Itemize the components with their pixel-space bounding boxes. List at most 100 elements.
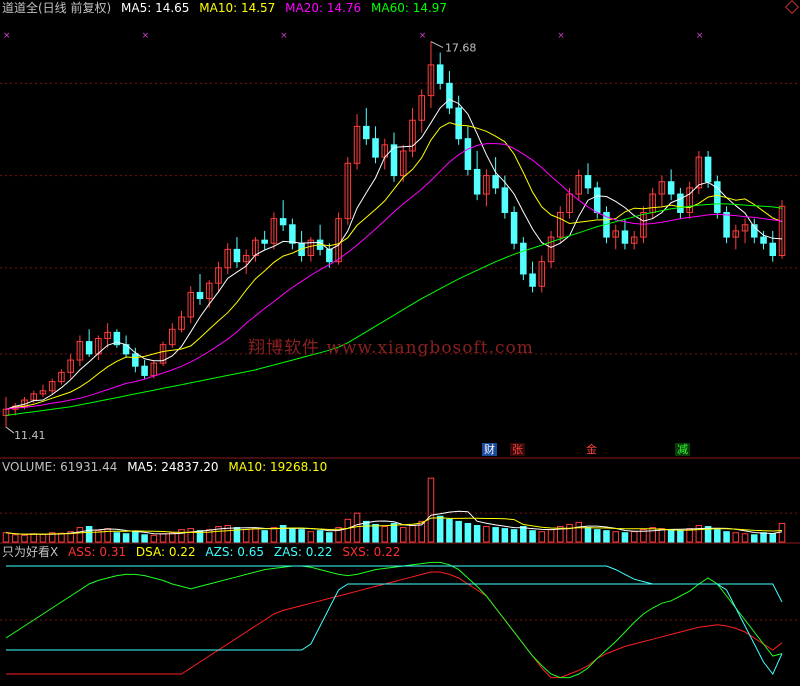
tag-jian[interactable]: 减 — [675, 443, 690, 456]
volume-bar — [113, 532, 121, 543]
volume-bar — [455, 520, 462, 543]
volume-bar — [566, 523, 573, 543]
candle-body — [261, 239, 268, 244]
volume-bar — [122, 533, 130, 543]
volume-bar — [538, 531, 546, 543]
volume-bar — [289, 528, 296, 543]
candle-body — [723, 211, 730, 238]
volume-bar — [621, 532, 629, 543]
volume-bar — [85, 526, 93, 543]
volume-ma10-readout: MA10: 19268.10 — [228, 460, 328, 474]
indicator-line-zas — [6, 583, 783, 675]
volume-bar — [464, 522, 472, 543]
volume-bar — [363, 520, 370, 543]
candle-body — [704, 156, 712, 183]
candle-body — [501, 187, 509, 213]
candle-body — [520, 242, 527, 275]
volume-bar — [187, 528, 195, 543]
volume-bar — [39, 533, 47, 543]
volume-bar — [547, 529, 555, 543]
volume-bar — [252, 528, 259, 543]
volume-bar — [473, 525, 481, 543]
volume-bar — [242, 529, 250, 543]
candle-body — [760, 236, 767, 244]
signal-marker: × — [696, 31, 704, 41]
tag-zhang[interactable]: 张 — [510, 443, 525, 456]
volume-bar — [695, 525, 703, 543]
ass-readout: ASS: 0.31 — [68, 545, 127, 559]
volume-bar — [372, 523, 379, 543]
ma60-readout: MA60: 14.97 — [371, 1, 448, 15]
volume-bar — [520, 526, 527, 543]
candle-body — [621, 230, 629, 244]
volume-bar — [769, 533, 777, 543]
volume-bar — [159, 533, 167, 543]
ma10-readout: MA10: 14.57 — [199, 1, 276, 15]
candle-body — [279, 218, 287, 226]
tag-jin[interactable]: 金 — [584, 443, 599, 456]
volume-bar — [492, 527, 499, 543]
volume-bar — [150, 534, 158, 543]
candle-body — [455, 107, 462, 140]
high-pointer — [430, 41, 444, 48]
candle-body — [677, 193, 684, 213]
dsa-readout: DSA: 0.22 — [135, 545, 196, 559]
ma60-line — [5, 203, 783, 416]
tag-cai[interactable]: 财 — [482, 443, 497, 456]
volume-bar — [778, 522, 786, 543]
low-label: 11.41 — [14, 429, 46, 442]
volume-bar — [409, 525, 416, 543]
volume-bar — [677, 530, 684, 543]
volume-bar — [344, 518, 352, 543]
volume-bar — [104, 528, 111, 543]
candle-body — [85, 341, 93, 355]
candle-body — [492, 175, 499, 189]
main-panel-header: 道道全(日线 前复权) MA5: 14.65 MA10: 14.57 MA20:… — [2, 1, 453, 15]
volume-bar — [390, 522, 398, 543]
volume-bar — [741, 533, 749, 543]
candle-body — [593, 187, 601, 213]
volume-bar — [298, 529, 305, 543]
candle-body — [510, 211, 518, 244]
volume-bar — [30, 533, 37, 543]
volume-bar — [427, 477, 435, 543]
candle-body — [363, 125, 370, 140]
volume-bar — [316, 530, 324, 543]
candle-body — [141, 365, 148, 376]
volume-bar — [326, 532, 333, 543]
ma5-readout: MA5: 14.65 — [121, 1, 190, 15]
volume-bar — [529, 530, 536, 543]
indicator-name: 只为好看X — [2, 545, 59, 559]
volume-bar — [436, 515, 444, 543]
signal-marker: × — [557, 31, 565, 41]
volume-bar — [353, 512, 361, 543]
volume-bar — [307, 531, 315, 543]
volume-bar — [630, 531, 638, 543]
candle-body — [436, 64, 444, 84]
candle-body — [667, 181, 675, 195]
volume-bar — [261, 530, 268, 543]
volume-bar — [446, 518, 453, 543]
indicator-line-ass — [6, 571, 783, 679]
high-label: 17.68 — [445, 42, 477, 55]
volume-bar — [501, 528, 509, 543]
volume-bar — [723, 531, 730, 543]
volume-bar — [603, 530, 610, 543]
volume-bar — [612, 531, 619, 543]
volume-readout: VOLUME: 61931.44 — [2, 460, 118, 474]
candle-body — [584, 175, 592, 189]
volume-bar — [510, 529, 518, 543]
volume-bar — [667, 529, 675, 543]
volume-bar — [2, 532, 10, 543]
candle-body — [326, 248, 333, 263]
signal-marker: × — [142, 31, 150, 41]
volume-bar — [751, 534, 758, 543]
candle-body — [769, 242, 777, 257]
volume-bar — [584, 527, 592, 543]
signal-marker: × — [3, 31, 11, 41]
indicator-panel-header: 只为好看X ASS: 0.31 DSA: 0.22 AZS: 0.65 ZAS:… — [2, 545, 406, 559]
volume-bar — [270, 527, 278, 543]
candle-body — [473, 168, 481, 195]
volume-ma5-readout: MA5: 24837.20 — [127, 460, 219, 474]
ma20-readout: MA20: 14.76 — [285, 1, 362, 15]
